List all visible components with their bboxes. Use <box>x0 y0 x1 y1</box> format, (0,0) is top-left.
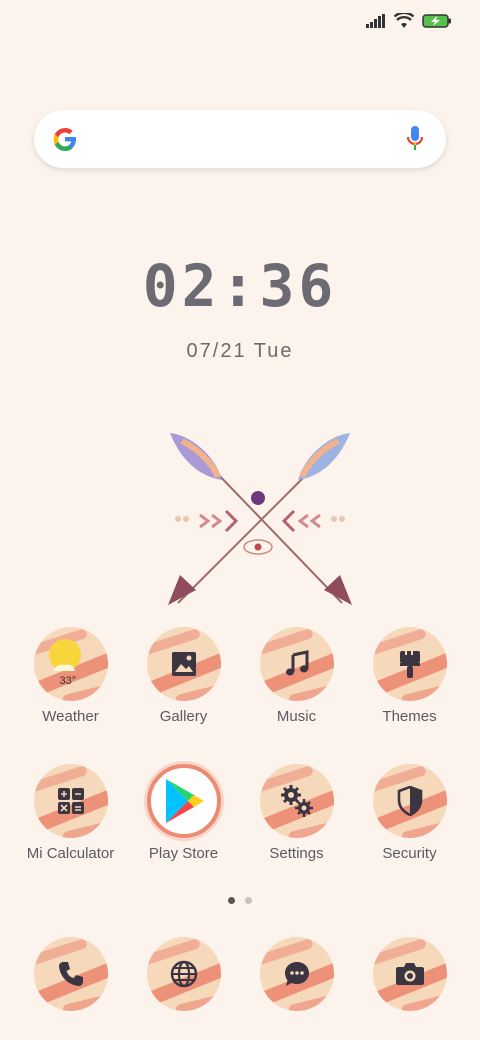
app-security[interactable]: Security <box>360 764 460 862</box>
browser-globe-icon <box>170 960 197 988</box>
messages-icon <box>284 962 309 986</box>
app-label: Music <box>276 708 317 725</box>
app-grid-row-1: 33° Weather Gallery Music Themes <box>0 627 480 725</box>
app-music[interactable]: Music <box>247 627 347 725</box>
clock-date: 07/21 Tue <box>186 340 294 362</box>
feather-arrows-decoration <box>168 433 352 605</box>
page-dot-1[interactable] <box>228 897 235 904</box>
app-label: Settings <box>269 845 324 862</box>
app-mi-calculator[interactable]: Mi Calculator <box>21 764 121 862</box>
dock-browser[interactable] <box>134 937 234 1011</box>
dock-phone[interactable] <box>21 937 121 1011</box>
shield-icon <box>397 786 422 816</box>
app-label: Security <box>382 845 437 862</box>
app-label: Themes <box>382 708 437 725</box>
calculator-icon <box>57 788 84 814</box>
music-note-icon <box>285 650 308 676</box>
battery-charging-icon <box>422 14 451 28</box>
wifi-icon <box>394 13 414 28</box>
cell-signal-icon <box>366 14 385 28</box>
app-label: Gallery <box>159 708 208 725</box>
app-weather[interactable]: 33° Weather <box>21 627 121 725</box>
weather-temperature: 33° <box>59 675 77 687</box>
google-logo <box>53 128 76 151</box>
app-gallery[interactable]: Gallery <box>134 627 234 725</box>
paintbrush-icon <box>399 649 420 678</box>
app-label: Play Store <box>148 845 219 862</box>
play-store-icon <box>165 779 204 823</box>
phone-icon <box>58 962 83 986</box>
app-label: Weather <box>42 708 99 725</box>
status-bar <box>366 10 452 32</box>
dock-camera[interactable] <box>360 937 460 1011</box>
dock-messages[interactable] <box>247 937 347 1011</box>
dock <box>0 937 480 1011</box>
app-label: Mi Calculator <box>26 845 115 862</box>
app-settings[interactable]: Settings <box>247 764 347 862</box>
google-search-bar[interactable] <box>34 110 446 168</box>
page-indicator <box>0 897 480 904</box>
clock-time[interactable]: 02:36 <box>0 252 480 320</box>
page-dot-2[interactable] <box>245 897 252 904</box>
app-grid-row-2: Mi Calculator Play Store Settings Securi… <box>0 764 480 862</box>
camera-icon <box>395 963 424 985</box>
gallery-image-icon <box>171 652 196 676</box>
app-themes[interactable]: Themes <box>360 627 460 725</box>
app-play-store[interactable]: Play Store <box>134 764 234 862</box>
microphone-icon[interactable] <box>406 125 424 153</box>
gears-icon <box>280 785 313 817</box>
